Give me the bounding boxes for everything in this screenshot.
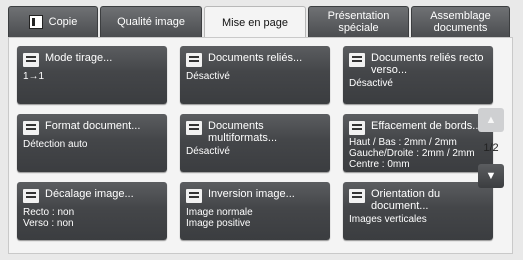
tab-copy[interactable]: Copie	[8, 6, 98, 37]
bound-document-icon	[186, 53, 202, 67]
button-value: Désactivé	[186, 71, 230, 82]
button-header: Documents reliés...	[186, 52, 324, 67]
bound-originals-duplex-button[interactable]: Documents reliés recto verso... Désactiv…	[343, 46, 493, 104]
button-header: Format document...	[23, 120, 161, 135]
tab-document-assembly[interactable]: Assemblage documents	[411, 6, 510, 37]
tab-label: Présentation spéciale	[327, 10, 390, 34]
tab-image-quality[interactable]: Qualité image	[100, 6, 202, 37]
button-title: Documents multiformats...	[208, 120, 278, 144]
copy-layout-screen: Copie Qualité image Mise en page Présent…	[0, 0, 523, 260]
edge-erase-button[interactable]: Effacement de bords... Haut / Bas : 2mm …	[343, 114, 493, 172]
button-header: Effacement de bords...	[349, 120, 487, 135]
button-value-line: Haut / Bas : 2mm / 2mm	[349, 137, 457, 148]
button-header: Documents reliés recto verso...	[349, 52, 487, 76]
page-up-button[interactable]: ▲	[478, 108, 504, 132]
page-down-button[interactable]: ▼	[478, 164, 504, 188]
button-header: Inversion image...	[186, 188, 324, 203]
button-title: Effacement de bords...	[371, 120, 482, 132]
button-value-line: Image positive	[186, 218, 251, 229]
original-orientation-button[interactable]: Orientation du document... Images vertic…	[343, 182, 493, 240]
button-value: 1→1	[23, 71, 45, 82]
tab-label: Qualité image	[117, 16, 185, 28]
button-title: Inversion image...	[208, 188, 295, 200]
image-shift-button[interactable]: Décalage image... Recto : non Verso : no…	[17, 182, 167, 240]
button-value: Désactivé	[186, 146, 230, 157]
tab-label: Mise en page	[221, 16, 289, 29]
pager: ▲ 1/2 ▼	[478, 108, 504, 188]
button-header: Décalage image...	[23, 188, 161, 203]
button-value: Détection auto	[23, 139, 88, 150]
page-indicator: 1/2	[483, 142, 499, 154]
invert-image-button[interactable]: Inversion image... Image normale Image p…	[180, 182, 330, 240]
button-title: Mode tirage...	[45, 52, 113, 64]
button-value-line: Recto : non	[23, 207, 75, 218]
open-book-icon	[349, 53, 365, 67]
button-title: Orientation du document...	[371, 188, 441, 212]
button-header: Orientation du document...	[349, 188, 487, 212]
document-size-button[interactable]: Format document... Détection auto	[17, 114, 167, 172]
button-title: Décalage image...	[45, 188, 134, 200]
mode-tirage-button[interactable]: Mode tirage... 1→1	[17, 46, 167, 104]
mixed-documents-icon	[186, 121, 202, 135]
button-title: Documents reliés...	[208, 52, 303, 64]
button-value-line: Centre : 0mm	[349, 159, 410, 170]
settings-panel: Mode tirage... 1→1 Documents reliés... D…	[8, 37, 513, 254]
button-header: Documents multiformats...	[186, 120, 324, 144]
button-header: Mode tirage...	[23, 52, 161, 67]
button-value-line: Image normale	[186, 207, 253, 218]
mixed-size-originals-button[interactable]: Documents multiformats... Désactivé	[180, 114, 330, 172]
tabs-bar: Copie Qualité image Mise en page Présent…	[8, 6, 513, 38]
copy-icon	[28, 15, 43, 29]
tab-special-presentation[interactable]: Présentation spéciale	[308, 6, 409, 37]
button-value-line: Verso : non	[23, 218, 74, 229]
document-size-icon	[23, 121, 39, 135]
tab-label: Assemblage documents	[430, 10, 491, 34]
edge-erase-icon	[349, 121, 365, 135]
button-value: Images verticales	[349, 214, 427, 225]
invert-image-icon	[186, 189, 202, 203]
button-title: Format document...	[45, 120, 141, 132]
tab-layout[interactable]: Mise en page	[204, 6, 306, 38]
bound-originals-button[interactable]: Documents reliés... Désactivé	[180, 46, 330, 104]
button-title: Documents reliés recto verso...	[371, 52, 484, 76]
orientation-icon	[349, 189, 365, 203]
image-shift-icon	[23, 189, 39, 203]
tab-label: Copie	[48, 16, 78, 28]
copy-mode-icon	[23, 53, 39, 67]
button-value-line: Gauche/Droite : 2mm / 2mm	[349, 148, 475, 159]
button-value: Désactivé	[349, 78, 393, 89]
